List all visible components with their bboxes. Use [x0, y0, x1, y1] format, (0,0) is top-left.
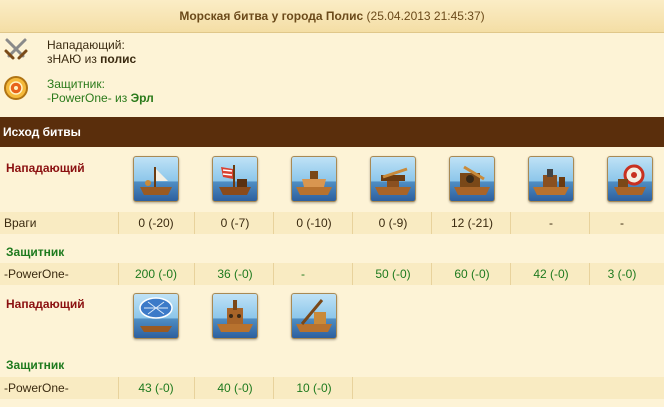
ballista-ship-icon[interactable] — [370, 156, 416, 202]
table-cell: 40 (-0) — [217, 381, 253, 395]
table-cell: 42 (-0) — [533, 267, 569, 281]
defender-row-name: -PowerOne- — [4, 381, 69, 395]
fire-ship-icon[interactable] — [212, 156, 258, 202]
balloon-carrier-icon[interactable] — [133, 293, 179, 339]
group1-attacker-label: Нападающий — [6, 161, 85, 175]
table-cell: 36 (-0) — [217, 267, 253, 281]
defender-city-link[interactable]: Эрл — [131, 91, 154, 105]
table-cell: 60 (-0) — [454, 267, 490, 281]
catapult-ship-icon[interactable] — [449, 156, 495, 202]
group1-defender-label: Защитник — [6, 245, 65, 259]
table-cell: 43 (-0) — [138, 381, 174, 395]
rocket-ship-icon[interactable] — [212, 293, 258, 339]
battle-report-header: Морская битва у города Полис (25.04.2013… — [0, 0, 664, 33]
attacker-info: Нападающий: зНАЮ из полис — [0, 33, 664, 75]
attacker-from: из — [81, 52, 101, 66]
group2-defender-row: -PowerOne- 43 (-0) 40 (-0) 10 (-0) — [0, 377, 664, 399]
group1-attacker-row: Враги 0 (-20) 0 (-7) 0 (-10) 0 (-9) 12 (… — [0, 212, 664, 234]
defender-name: -PowerOne- из Эрл — [47, 91, 154, 105]
defender-from: из — [111, 91, 131, 105]
table-cell: 200 (-0) — [134, 267, 178, 281]
battle-outcome-title: Исход битвы — [0, 117, 664, 147]
mortar-ship-icon[interactable] — [528, 156, 574, 202]
attacker-name: зНАЮ из полис — [47, 52, 136, 66]
table-cell: 50 (-0) — [375, 267, 411, 281]
defender-player-link[interactable]: -PowerOne- — [47, 91, 112, 105]
table-cell: - — [620, 216, 624, 230]
group1-defender-row: -PowerOne- 200 (-0) 36 (-0) - 50 (-0) 60… — [0, 263, 664, 285]
table-cell: - — [549, 216, 553, 230]
tender-icon[interactable] — [291, 293, 337, 339]
battle-date: (25.04.2013 21:45:37) — [366, 9, 485, 23]
shield-icon — [3, 75, 29, 101]
table-cell: 0 (-9) — [378, 216, 408, 230]
table-cell: 12 (-21) — [450, 216, 494, 230]
attacker-role: Нападающий: — [47, 38, 125, 52]
group2-defender-label: Защитник — [6, 358, 65, 372]
defender-row-name: -PowerOne- — [4, 267, 69, 281]
attacker-city-link[interactable]: полис — [100, 52, 136, 66]
diving-boat-icon[interactable] — [607, 156, 653, 202]
crossed-swords-icon — [3, 36, 29, 62]
table-cell: 0 (-7) — [220, 216, 250, 230]
table-cell: 10 (-0) — [296, 381, 332, 395]
table-cell: - — [301, 267, 305, 281]
defender-role: Защитник: — [47, 77, 105, 91]
paddle-ship-icon[interactable] — [291, 156, 337, 202]
group2-attacker-label: Нападающий — [6, 297, 85, 311]
table-cell: 0 (-20) — [138, 216, 174, 230]
defender-info: Защитник: -PowerOne- из Эрл — [0, 72, 664, 114]
enemies-label: Враги — [4, 216, 37, 230]
table-cell: 0 (-10) — [296, 216, 332, 230]
ram-ship-icon[interactable] — [133, 156, 179, 202]
table-cell: 3 (-0) — [607, 267, 637, 281]
battle-title: Морская битва у города Полис — [179, 9, 364, 23]
attacker-player-link[interactable]: зНАЮ — [47, 52, 81, 66]
